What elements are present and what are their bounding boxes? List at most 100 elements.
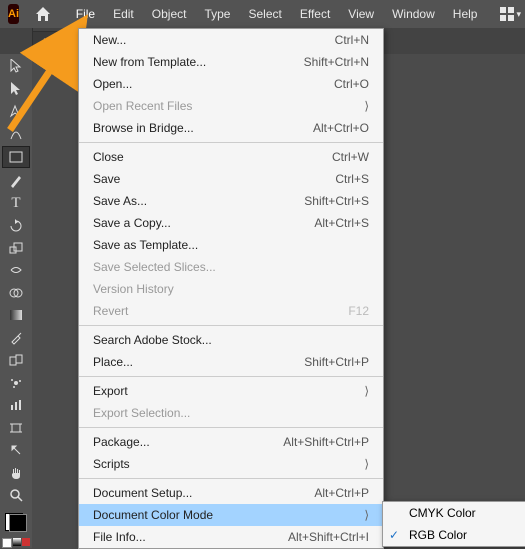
- menu-item-label: Export Selection...: [93, 406, 369, 420]
- color-mode-submenu: CMYK Color ✓RGB Color: [382, 501, 525, 547]
- curvature-tool-icon[interactable]: [3, 123, 29, 143]
- menu-item-label: Open Recent Files: [93, 99, 353, 113]
- menu-item-label: Save As...: [93, 194, 304, 208]
- selection-tool-icon[interactable]: [3, 56, 29, 76]
- direct-select-tool-icon[interactable]: [3, 78, 29, 98]
- symbol-tool-icon[interactable]: [3, 373, 29, 393]
- file-menu-item[interactable]: Save As...Shift+Ctrl+S: [79, 190, 383, 212]
- file-menu-item[interactable]: Save as Template...: [79, 234, 383, 256]
- rotate-tool-icon[interactable]: [3, 215, 29, 235]
- ruler-corner: [0, 28, 33, 54]
- menu-item-shortcut: Ctrl+W: [332, 150, 369, 164]
- file-menu-item[interactable]: New...Ctrl+N: [79, 29, 383, 51]
- color-mode-item[interactable]: ✓RGB Color: [383, 524, 525, 546]
- file-menu-item[interactable]: Open...Ctrl+O: [79, 73, 383, 95]
- color-mode-item[interactable]: CMYK Color: [383, 502, 525, 524]
- file-menu-item: Export Selection...: [79, 402, 383, 424]
- menu-item-label: Package...: [93, 435, 283, 449]
- menu-help[interactable]: Help: [444, 0, 487, 28]
- file-menu-item[interactable]: Document Color Mode ⟩: [79, 504, 383, 526]
- color-mode-label: RGB Color: [409, 528, 467, 542]
- file-menu-item[interactable]: Export ⟩: [79, 380, 383, 402]
- slice-tool-icon[interactable]: [3, 440, 29, 460]
- color-mode-swatch[interactable]: [2, 538, 30, 548]
- brush-tool-icon[interactable]: [3, 170, 29, 190]
- menu-item-label: Export: [93, 384, 353, 398]
- file-menu-item[interactable]: SaveCtrl+S: [79, 168, 383, 190]
- hand-tool-icon[interactable]: [3, 462, 29, 482]
- rectangle-tool-icon[interactable]: [2, 146, 30, 168]
- menu-item-shortcut: Alt+Ctrl+S: [314, 216, 369, 230]
- workspace-switcher-icon[interactable]: ▾: [500, 7, 521, 21]
- file-menu-item: Version History: [79, 278, 383, 300]
- file-menu-item[interactable]: Browse in Bridge...Alt+Ctrl+O: [79, 117, 383, 139]
- submenu-arrow-icon: ⟩: [359, 384, 369, 398]
- menu-item-label: Document Setup...: [93, 486, 314, 500]
- pen-tool-icon[interactable]: [3, 101, 29, 121]
- menu-item-label: Open...: [93, 77, 334, 91]
- menu-item-label: Browse in Bridge...: [93, 121, 313, 135]
- fill-stroke-swatch[interactable]: [5, 513, 27, 532]
- file-menu-item[interactable]: Search Adobe Stock...: [79, 329, 383, 351]
- menu-edit[interactable]: Edit: [104, 0, 143, 28]
- artboard-tool-icon[interactable]: [3, 418, 29, 438]
- blend-tool-icon[interactable]: [3, 350, 29, 370]
- menu-file[interactable]: File: [67, 0, 104, 28]
- menu-item-shortcut: Ctrl+S: [335, 172, 369, 186]
- file-menu-item[interactable]: Document Setup...Alt+Ctrl+P: [79, 482, 383, 504]
- menu-item-label: Search Adobe Stock...: [93, 333, 369, 347]
- menu-object[interactable]: Object: [143, 0, 196, 28]
- file-menu-item[interactable]: File Info...Alt+Shift+Ctrl+I: [79, 526, 383, 548]
- gradient-tool-icon[interactable]: [3, 305, 29, 325]
- menu-item-shortcut: Ctrl+O: [334, 77, 369, 91]
- file-menu-item[interactable]: New from Template...Shift+Ctrl+N: [79, 51, 383, 73]
- home-icon[interactable]: [35, 7, 51, 21]
- width-tool-icon[interactable]: [3, 260, 29, 280]
- file-menu-item[interactable]: Scripts ⟩: [79, 453, 383, 475]
- submenu-arrow-icon: ⟩: [359, 508, 369, 522]
- menu-item-label: New from Template...: [93, 55, 304, 69]
- menu-item-shortcut: Alt+Shift+Ctrl+P: [283, 435, 369, 449]
- eyedropper-tool-icon[interactable]: [3, 328, 29, 348]
- menu-item-label: Version History: [93, 282, 369, 296]
- menubar: Ai File Edit Object Type Select Effect V…: [0, 0, 525, 28]
- color-mode-label: CMYK Color: [409, 506, 476, 520]
- menu-item-shortcut: Shift+Ctrl+S: [304, 194, 369, 208]
- menu-window[interactable]: Window: [383, 0, 444, 28]
- file-menu-dropdown: New...Ctrl+NNew from Template...Shift+Ct…: [78, 28, 384, 549]
- file-menu-item[interactable]: Save a Copy...Alt+Ctrl+S: [79, 212, 383, 234]
- menu-item-shortcut: Alt+Shift+Ctrl+I: [288, 530, 369, 544]
- graph-tool-icon[interactable]: [3, 395, 29, 415]
- menu-item-label: Close: [93, 150, 332, 164]
- menu-item-label: Save as Template...: [93, 238, 369, 252]
- menu-item-label: New...: [93, 33, 335, 47]
- file-menu-item[interactable]: Place...Shift+Ctrl+P: [79, 351, 383, 373]
- menu-view[interactable]: View: [339, 0, 383, 28]
- menu-item-label: Place...: [93, 355, 304, 369]
- menu-item-label: Revert: [93, 304, 348, 318]
- menu-item-shortcut: Alt+Ctrl+P: [314, 486, 369, 500]
- menu-select[interactable]: Select: [239, 0, 290, 28]
- file-menu-item[interactable]: Package...Alt+Shift+Ctrl+P: [79, 431, 383, 453]
- menu-item-label: Scripts: [93, 457, 353, 471]
- tool-panel: T: [0, 54, 32, 548]
- menu-item-shortcut: Alt+Ctrl+O: [313, 121, 369, 135]
- file-menu-item: Save Selected Slices...: [79, 256, 383, 278]
- file-menu-item[interactable]: CloseCtrl+W: [79, 146, 383, 168]
- type-tool-icon[interactable]: T: [3, 193, 29, 213]
- file-menu-item: Open Recent Files ⟩: [79, 95, 383, 117]
- zoom-tool-icon[interactable]: [3, 485, 29, 505]
- menu-type[interactable]: Type: [195, 0, 239, 28]
- menu-item-shortcut: Shift+Ctrl+N: [304, 55, 369, 69]
- submenu-arrow-icon: ⟩: [359, 457, 369, 471]
- menu-effect[interactable]: Effect: [291, 0, 339, 28]
- menu-item-label: Save Selected Slices...: [93, 260, 369, 274]
- file-menu-item: RevertF12: [79, 300, 383, 322]
- scale-tool-icon[interactable]: [3, 238, 29, 258]
- shape-builder-tool-icon[interactable]: [3, 283, 29, 303]
- menu-item-label: Document Color Mode: [93, 508, 353, 522]
- menu-item-label: Save a Copy...: [93, 216, 314, 230]
- menu-item-label: Save: [93, 172, 335, 186]
- menu-item-shortcut: Ctrl+N: [335, 33, 369, 47]
- submenu-arrow-icon: ⟩: [359, 99, 369, 113]
